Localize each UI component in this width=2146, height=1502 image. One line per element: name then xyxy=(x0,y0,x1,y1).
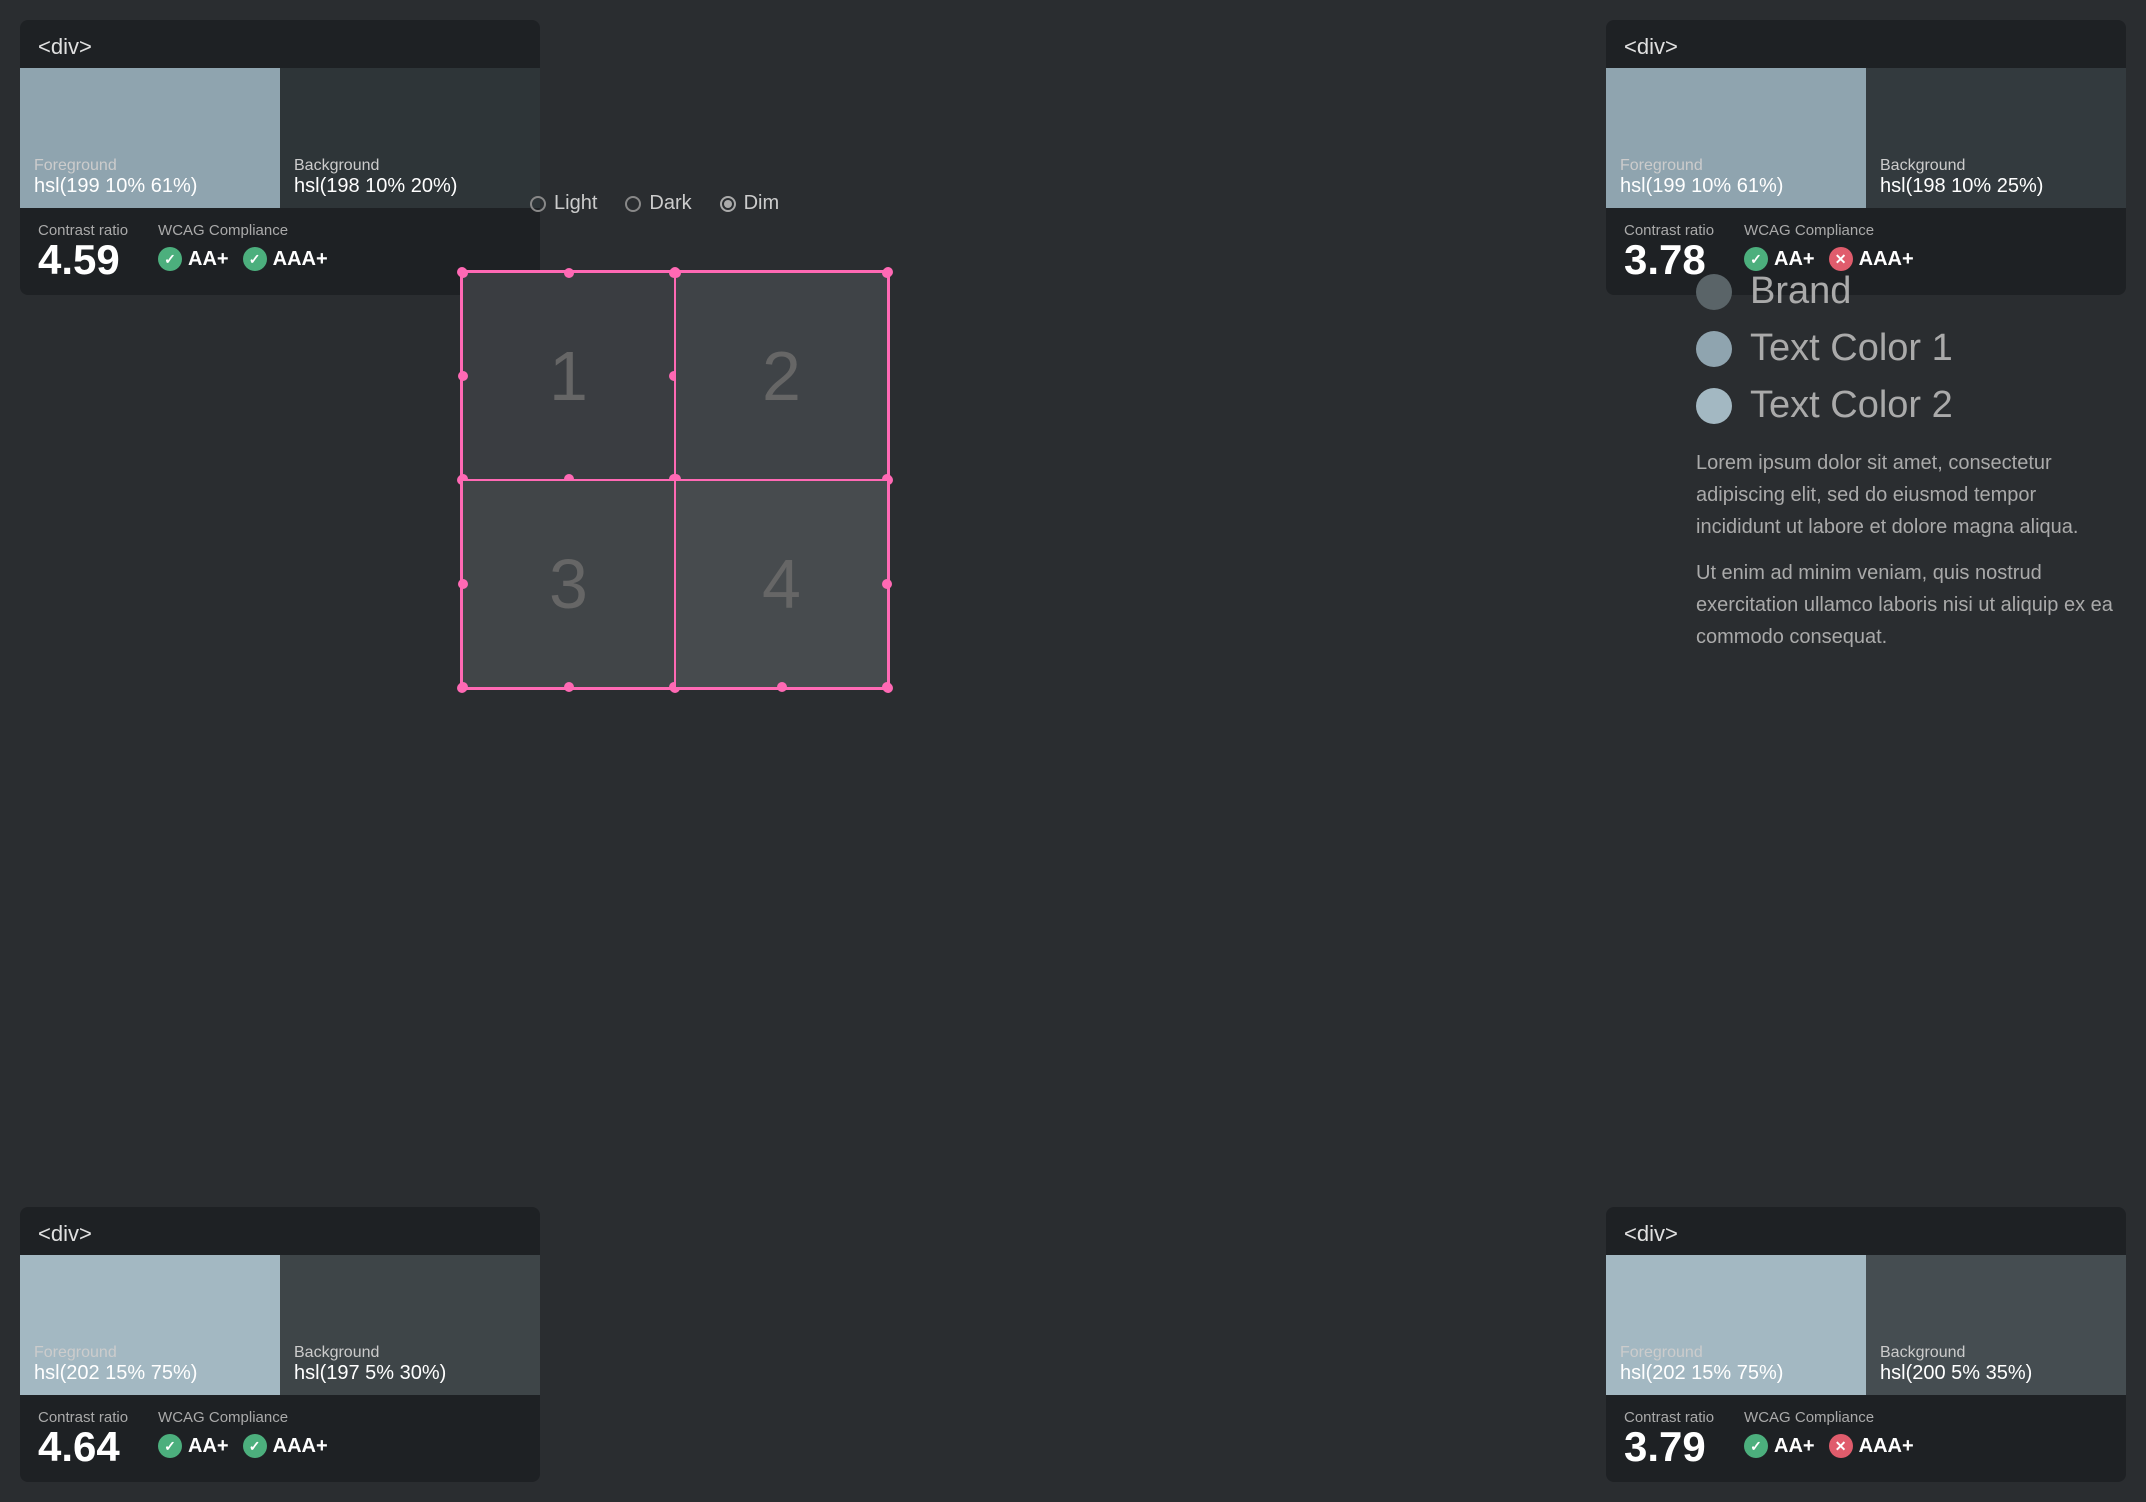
legend-label-text1: Text Color 1 xyxy=(1750,327,1953,370)
aaa-icon-top-left: ✓ xyxy=(243,247,267,271)
wcag-section-bottom-left: WCAG Compliance ✓ AA+ ✓ AAA+ xyxy=(158,1409,328,1458)
legend-dot-text1 xyxy=(1696,331,1732,367)
wcag-section-top-right: WCAG Compliance ✓ AA+ ✕ AAA+ xyxy=(1744,222,1914,271)
card-bottom-right-header: <div> xyxy=(1606,1207,2126,1255)
swatch-bg-bottom-left: Background hsl(197 5% 30%) xyxy=(280,1255,540,1395)
mode-selector: Light Dark Dim xyxy=(530,192,779,215)
card-top-left: <div> Foreground hsl(199 10% 61%) Backgr… xyxy=(20,20,540,295)
lorem-p2: Ut enim ad minim veniam, quis nostrud ex… xyxy=(1696,557,2116,653)
swatch-bg-bottom-right: Background hsl(200 5% 35%) xyxy=(1866,1255,2126,1395)
swatch-fg-top-left: Foreground hsl(199 10% 61%) xyxy=(20,68,280,208)
swatch-fg-bottom-left: Foreground hsl(202 15% 75%) xyxy=(20,1255,280,1395)
dot-c1-tc xyxy=(564,268,574,278)
card-stats-bottom-left: Contrast ratio 4.64 WCAG Compliance ✓ AA… xyxy=(20,1395,540,1482)
dot-c2-tl xyxy=(671,268,681,278)
swatch-bg-top-left: Background hsl(198 10% 20%) xyxy=(280,68,540,208)
contrast-section-top-left: Contrast ratio 4.59 xyxy=(38,222,128,281)
dot-c4-br xyxy=(882,682,892,692)
mode-label-light: Light xyxy=(554,192,597,215)
radio-light[interactable] xyxy=(530,196,546,212)
lorem-p1: Lorem ipsum dolor sit amet, consectetur … xyxy=(1696,447,2116,543)
contrast-section-bottom-right: Contrast ratio 3.79 xyxy=(1624,1409,1714,1468)
aa-badge-top-left: ✓ AA+ xyxy=(158,247,229,271)
dot-c3-bl xyxy=(458,682,468,692)
aaa-icon-bottom-left: ✓ xyxy=(243,1434,267,1458)
legend-label-brand: Brand xyxy=(1750,270,1851,313)
color-swatches-bottom-left: Foreground hsl(202 15% 75%) Background h… xyxy=(20,1255,540,1395)
cell-label-2: 2 xyxy=(762,336,801,416)
aa-icon-top-left: ✓ xyxy=(158,247,182,271)
grid-cell-3: 3 xyxy=(462,480,675,688)
mode-label-dark: Dark xyxy=(649,192,691,215)
dot-c1-ml xyxy=(458,371,468,381)
aa-badge-top-right: ✓ AA+ xyxy=(1744,247,1815,271)
aaa-icon-bottom-right: ✕ xyxy=(1829,1434,1853,1458)
legend-item-text2: Text Color 2 xyxy=(1696,384,2116,427)
wcag-section-top-left: WCAG Compliance ✓ AA+ ✓ AAA+ xyxy=(158,222,328,271)
grid-cell-2: 2 xyxy=(675,272,888,480)
mode-label-dim: Dim xyxy=(744,192,780,215)
legend-item-brand: Brand xyxy=(1696,270,2116,313)
aa-badge-bottom-left: ✓ AA+ xyxy=(158,1434,229,1458)
aaa-badge-top-right: ✕ AAA+ xyxy=(1829,247,1914,271)
mode-option-dim[interactable]: Dim xyxy=(720,192,780,215)
wcag-badges-bottom-left: ✓ AA+ ✓ AAA+ xyxy=(158,1434,328,1458)
aa-icon-bottom-right: ✓ xyxy=(1744,1434,1768,1458)
swatch-bg-top-right: Background hsl(198 10% 25%) xyxy=(1866,68,2126,208)
grid: 1 2 3 4 xyxy=(462,272,888,688)
color-swatches-bottom-right: Foreground hsl(202 15% 75%) Background h… xyxy=(1606,1255,2126,1395)
legend-item-text1: Text Color 1 xyxy=(1696,327,2116,370)
mode-option-light[interactable]: Light xyxy=(530,192,597,215)
aa-icon-bottom-left: ✓ xyxy=(158,1434,182,1458)
color-swatches-top-left: Foreground hsl(199 10% 61%) Background h… xyxy=(20,68,540,208)
aa-badge-bottom-right: ✓ AA+ xyxy=(1744,1434,1815,1458)
dot-c3-ml xyxy=(458,579,468,589)
cell-label-1: 1 xyxy=(549,336,588,416)
radio-dim[interactable] xyxy=(720,196,736,212)
color-swatches-top-right: Foreground hsl(199 10% 61%) Background h… xyxy=(1606,68,2126,208)
dot-c2-tr xyxy=(882,268,892,278)
aaa-badge-bottom-right: ✕ AAA+ xyxy=(1829,1434,1914,1458)
wcag-badges-top-left: ✓ AA+ ✓ AAA+ xyxy=(158,247,328,271)
swatch-fg-bottom-right: Foreground hsl(202 15% 75%) xyxy=(1606,1255,1866,1395)
card-bottom-right: <div> Foreground hsl(202 15% 75%) Backgr… xyxy=(1606,1207,2126,1482)
dot-c3-bc xyxy=(564,682,574,692)
card-top-left-header: <div> xyxy=(20,20,540,68)
card-top-right: <div> Foreground hsl(199 10% 61%) Backgr… xyxy=(1606,20,2126,295)
legend-label-text2: Text Color 2 xyxy=(1750,384,1953,427)
radio-dark[interactable] xyxy=(625,196,641,212)
dot-c4-bc xyxy=(777,682,787,692)
card-top-right-header: <div> xyxy=(1606,20,2126,68)
center-canvas: 1 2 3 4 xyxy=(460,270,890,690)
grid-cell-1: 1 xyxy=(462,272,675,480)
legend-dot-brand xyxy=(1696,274,1732,310)
wcag-badges-top-right: ✓ AA+ ✕ AAA+ xyxy=(1744,247,1914,271)
grid-outer: 1 2 3 4 xyxy=(460,270,890,690)
card-bottom-left-header: <div> xyxy=(20,1207,540,1255)
aaa-badge-top-left: ✓ AAA+ xyxy=(243,247,328,271)
dot-c4-mr xyxy=(882,579,892,589)
grid-cell-4: 4 xyxy=(675,480,888,688)
aa-icon-top-right: ✓ xyxy=(1744,247,1768,271)
aaa-badge-bottom-left: ✓ AAA+ xyxy=(243,1434,328,1458)
right-panel: Brand Text Color 1 Text Color 2 Lorem ip… xyxy=(1696,270,2116,653)
dot-c1-tl xyxy=(458,268,468,278)
cell-label-4: 4 xyxy=(762,544,801,624)
lorem-text: Lorem ipsum dolor sit amet, consectetur … xyxy=(1696,447,2116,653)
cell-label-3: 3 xyxy=(549,544,588,624)
mode-option-dark[interactable]: Dark xyxy=(625,192,691,215)
aaa-icon-top-right: ✕ xyxy=(1829,247,1853,271)
card-bottom-left: <div> Foreground hsl(202 15% 75%) Backgr… xyxy=(20,1207,540,1482)
contrast-section-bottom-left: Contrast ratio 4.64 xyxy=(38,1409,128,1468)
card-stats-bottom-right: Contrast ratio 3.79 WCAG Compliance ✓ AA… xyxy=(1606,1395,2126,1482)
legend-dot-text2 xyxy=(1696,388,1732,424)
swatch-fg-top-right: Foreground hsl(199 10% 61%) xyxy=(1606,68,1866,208)
wcag-badges-bottom-right: ✓ AA+ ✕ AAA+ xyxy=(1744,1434,1914,1458)
wcag-section-bottom-right: WCAG Compliance ✓ AA+ ✕ AAA+ xyxy=(1744,1409,1914,1458)
